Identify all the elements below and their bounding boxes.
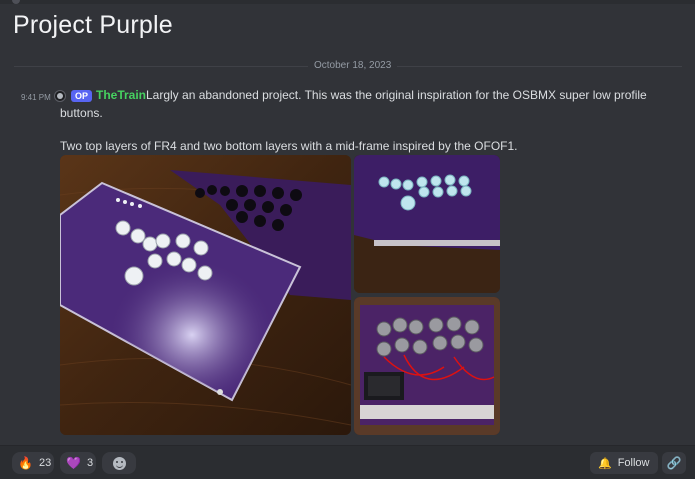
author-name[interactable]: TheTrain xyxy=(96,88,146,102)
follow-label: Follow xyxy=(617,457,650,469)
reaction-fire[interactable]: 🔥 23 xyxy=(12,452,54,474)
smiley-icon xyxy=(112,456,126,470)
attachment-image-bottom-right[interactable] xyxy=(354,297,500,435)
message-text-line3: Two top layers of FR4 and two bottom lay… xyxy=(60,139,518,153)
reaction-count: 23 xyxy=(38,457,52,469)
message-timestamp[interactable]: 9:41 PM xyxy=(21,93,51,102)
bell-icon: 🔔 xyxy=(598,457,612,470)
fire-emoji-icon: 🔥 xyxy=(18,456,33,470)
date-divider: October 18, 2023 xyxy=(308,60,398,71)
reaction-count: 3 xyxy=(86,457,94,469)
post-footer: 🔥 23 💜 3 🔔 Follow 🔗 xyxy=(0,445,695,479)
copy-link-button[interactable]: 🔗 xyxy=(662,452,686,474)
author-avatar[interactable] xyxy=(54,90,66,102)
attachment-image-top-right[interactable] xyxy=(354,155,500,293)
op-badge: OP xyxy=(71,90,93,102)
link-icon: 🔗 xyxy=(666,456,682,470)
attachment-image-main[interactable] xyxy=(60,155,351,435)
avatar-partial xyxy=(12,0,20,4)
reaction-purple-heart[interactable]: 💜 3 xyxy=(60,452,96,474)
message-text-line2: buttons. xyxy=(60,106,103,120)
add-reaction-button[interactable] xyxy=(102,452,136,474)
top-strip xyxy=(0,0,695,4)
thread-title: Project Purple xyxy=(13,11,173,39)
purple-heart-emoji-icon: 💜 xyxy=(66,456,81,470)
follow-button[interactable]: 🔔 Follow xyxy=(590,452,658,474)
message-text-line1: Largly an abandoned project. This was th… xyxy=(146,88,647,102)
